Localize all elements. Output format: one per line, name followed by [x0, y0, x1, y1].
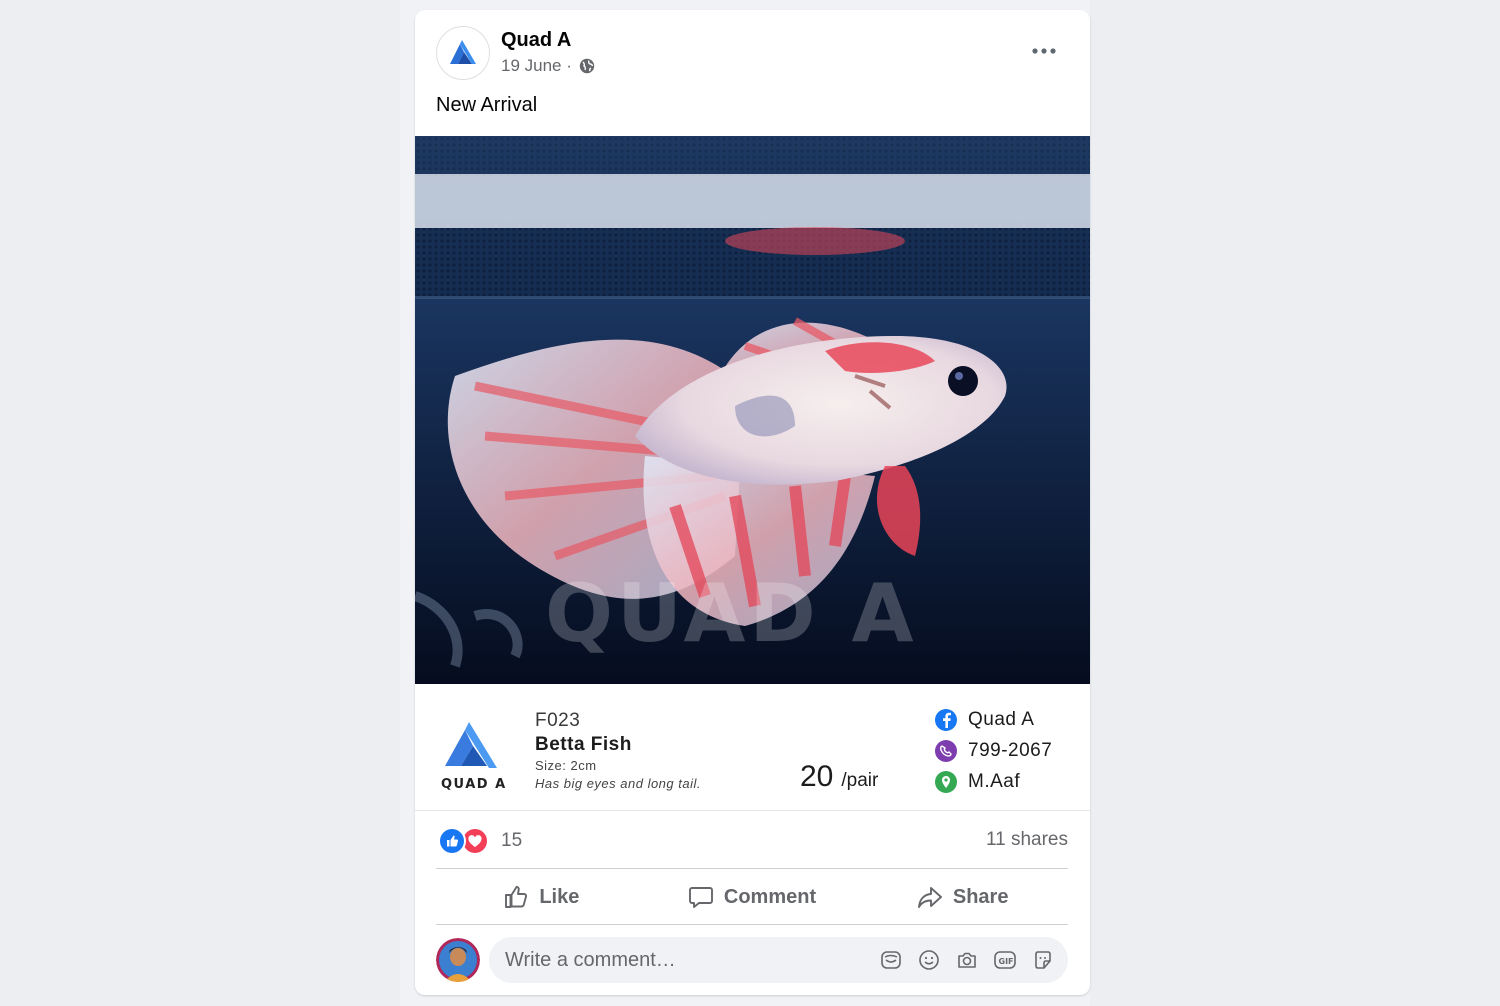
- product-name: Betta Fish: [535, 734, 632, 755]
- globe-icon: [579, 58, 595, 74]
- contact-viber: 799-2067: [935, 735, 1052, 766]
- more-horizontal-icon: [1032, 48, 1056, 54]
- action-bar: Like Comment Share: [436, 872, 1068, 922]
- product-description: Has big eyes and long tail.: [535, 776, 701, 791]
- more-options-button[interactable]: [1027, 40, 1061, 62]
- info-divider: [415, 810, 1090, 811]
- avatar-sticker-icon[interactable]: [879, 948, 903, 972]
- post-photo[interactable]: QUAD A: [415, 136, 1090, 684]
- actions-top-divider: [436, 868, 1068, 869]
- viber-icon: [935, 739, 957, 762]
- actions-bottom-divider: [436, 924, 1068, 925]
- emoji-icon[interactable]: [917, 948, 941, 972]
- comment-button-label: Comment: [723, 885, 817, 908]
- facebook-icon: [935, 708, 957, 731]
- contact-location: M.Aaf: [935, 766, 1052, 797]
- share-count[interactable]: 11 shares: [986, 829, 1068, 851]
- contact-list: Quad A 799-2067 M.Aaf: [935, 704, 1052, 797]
- contact-location-text: M.Aaf: [968, 770, 1021, 792]
- product-info: QUAD A F023 Betta Fish Size: 2cm Has big…: [415, 684, 1090, 810]
- page-name[interactable]: Quad A: [501, 29, 571, 52]
- share-button-label: Share: [952, 885, 1009, 908]
- reactions-summary[interactable]: 15: [438, 827, 522, 855]
- price-unit: /pair: [841, 770, 879, 791]
- contact-facebook: Quad A: [935, 704, 1052, 735]
- photo-watermark: QUAD A: [545, 567, 918, 660]
- post-date-text[interactable]: 19 June ·: [501, 56, 572, 76]
- reaction-count[interactable]: 15: [501, 830, 522, 852]
- thumbs-up-icon: [505, 886, 528, 908]
- left-background: [0, 0, 400, 1006]
- current-user-avatar[interactable]: [436, 938, 480, 982]
- product-code: F023: [535, 710, 581, 731]
- gif-icon[interactable]: GIF: [993, 948, 1017, 972]
- comment-button[interactable]: Comment: [647, 872, 858, 922]
- sticker-icon[interactable]: [1031, 948, 1055, 972]
- like-button-label: Like: [539, 885, 580, 908]
- like-button[interactable]: Like: [436, 872, 647, 922]
- user-avatar-image: [436, 938, 480, 982]
- post-date[interactable]: 19 June ·: [501, 56, 595, 76]
- price-value: 20: [800, 760, 834, 793]
- right-background: [1090, 0, 1500, 1006]
- location-pin-icon: [935, 770, 957, 793]
- contact-facebook-text: Quad A: [968, 708, 1035, 730]
- share-arrow-icon: [917, 887, 942, 908]
- betta-fish-image: QUAD A: [415, 136, 1090, 684]
- like-reaction-icon: [438, 827, 466, 855]
- product-price: 20 /pair: [800, 760, 878, 794]
- quad-a-logo-icon: [449, 40, 477, 67]
- comment-bubble-icon: [688, 887, 713, 908]
- contact-viber-text: 799-2067: [968, 739, 1053, 761]
- page-avatar[interactable]: [436, 26, 490, 80]
- share-button[interactable]: Share: [857, 872, 1068, 922]
- brand-logo-text: QUAD A: [441, 777, 507, 792]
- comment-tools: GIF: [879, 948, 1055, 972]
- brand-logo: QUAD A: [441, 722, 507, 792]
- product-size: Size: 2cm: [535, 758, 597, 773]
- post-text: New Arrival: [436, 94, 538, 116]
- camera-icon[interactable]: [955, 948, 979, 972]
- svg-text:GIF: GIF: [999, 957, 1014, 966]
- post-card: Quad A 19 June · New Arrival QUAD A QUAD…: [415, 10, 1090, 995]
